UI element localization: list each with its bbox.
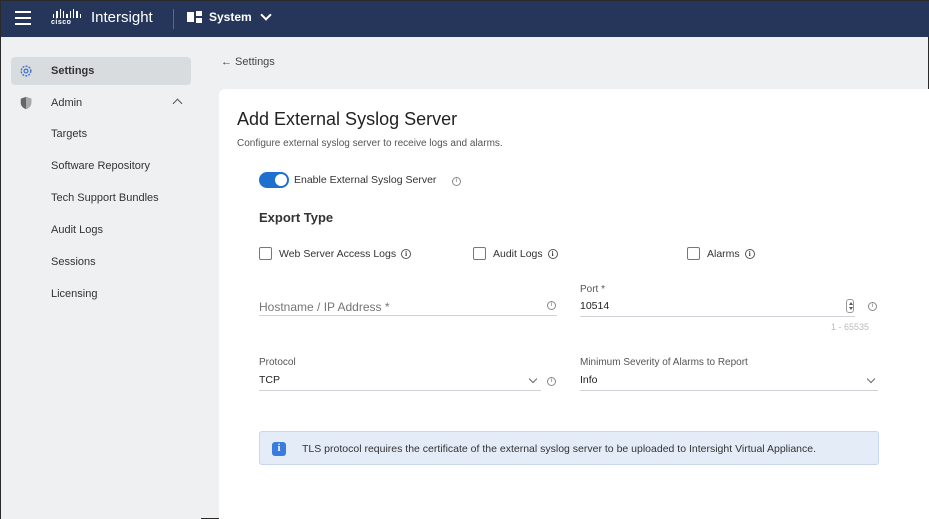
info-icon[interactable]: i xyxy=(452,177,461,186)
info-icon[interactable]: i xyxy=(401,248,412,259)
menu-icon[interactable] xyxy=(15,11,31,25)
export-type-title: Export Type xyxy=(259,210,334,225)
protocol-select[interactable]: TCP xyxy=(259,374,541,391)
gear-icon xyxy=(20,65,32,77)
info-icon[interactable]: i xyxy=(744,248,755,259)
header-divider xyxy=(173,9,174,29)
hostname-input[interactable] xyxy=(259,300,557,314)
severity-select[interactable]: Info xyxy=(580,374,878,391)
sidebar-item-sessions[interactable]: Sessions xyxy=(51,256,96,268)
info-icon[interactable]: i xyxy=(547,248,558,259)
page-subtitle: Configure external syslog server to rece… xyxy=(237,138,503,149)
port-stepper[interactable] xyxy=(846,299,854,313)
context-selector-label: System xyxy=(209,10,252,24)
info-banner-text: TLS protocol requires the certificate of… xyxy=(302,443,817,455)
info-banner: i TLS protocol requires the certificate … xyxy=(259,431,879,465)
enable-syslog-label: Enable External Syslog Server xyxy=(294,174,437,186)
checkbox-box[interactable] xyxy=(259,247,272,260)
top-bar: cisco Intersight System xyxy=(1,1,929,37)
checkbox-label: Web Server Access Logs xyxy=(279,247,397,260)
sidebar: Settings Admin Targets Software Reposito… xyxy=(1,37,201,519)
sidebar-item-label: Settings xyxy=(51,65,95,77)
info-icon: i xyxy=(272,442,286,456)
info-icon[interactable]: i xyxy=(868,302,877,311)
checkbox-box[interactable] xyxy=(687,247,700,260)
page-title: Add External Syslog Server xyxy=(237,109,458,129)
app-name: Intersight xyxy=(91,9,153,26)
chevron-down-icon xyxy=(260,9,272,21)
severity-label: Minimum Severity of Alarms to Report xyxy=(580,357,748,368)
info-icon[interactable]: i xyxy=(547,301,556,310)
port-field[interactable]: 10514 xyxy=(580,300,855,317)
system-icon xyxy=(187,11,203,23)
chevron-up-icon[interactable] xyxy=(172,98,183,109)
checkbox-label: Alarms xyxy=(707,247,740,260)
checkbox-alarms[interactable]: Alarms i xyxy=(687,247,755,260)
sidebar-item-label: Admin xyxy=(51,97,83,109)
protocol-value[interactable]: TCP xyxy=(259,374,541,386)
cisco-logo: cisco xyxy=(51,9,81,29)
port-label: Port * xyxy=(580,284,606,295)
hostname-field[interactable] xyxy=(259,298,557,316)
cisco-logo-text: cisco xyxy=(51,19,72,26)
sidebar-item-software-repository[interactable]: Software Repository xyxy=(51,160,150,172)
port-range-hint: 1 - 65535 xyxy=(831,322,870,332)
sidebar-item-targets[interactable]: Targets xyxy=(51,128,87,140)
severity-value[interactable]: Info xyxy=(580,374,878,386)
sidebar-item-licensing[interactable]: Licensing xyxy=(51,288,97,300)
sidebar-item-audit-logs[interactable]: Audit Logs xyxy=(51,224,103,236)
sidebar-item-admin[interactable]: Admin xyxy=(11,89,191,117)
context-selector[interactable]: System xyxy=(187,9,272,24)
checkbox-box[interactable] xyxy=(473,247,486,260)
shield-icon xyxy=(20,96,32,110)
checkbox-label: Audit Logs xyxy=(493,247,543,260)
enable-syslog-toggle[interactable] xyxy=(259,172,289,188)
main-panel: Add External Syslog Server Configure ext… xyxy=(219,89,929,519)
protocol-label: Protocol xyxy=(259,357,296,368)
info-icon[interactable]: i xyxy=(547,377,556,386)
breadcrumb-back-link[interactable]: ← Settings xyxy=(221,56,275,68)
port-value[interactable]: 10514 xyxy=(580,300,855,312)
checkbox-web-server-access-logs[interactable]: Web Server Access Logs i xyxy=(259,247,412,260)
sidebar-item-settings[interactable]: Settings xyxy=(11,57,191,85)
sidebar-item-tech-support-bundles[interactable]: Tech Support Bundles xyxy=(51,192,159,204)
checkbox-audit-logs[interactable]: Audit Logs i xyxy=(473,247,558,260)
